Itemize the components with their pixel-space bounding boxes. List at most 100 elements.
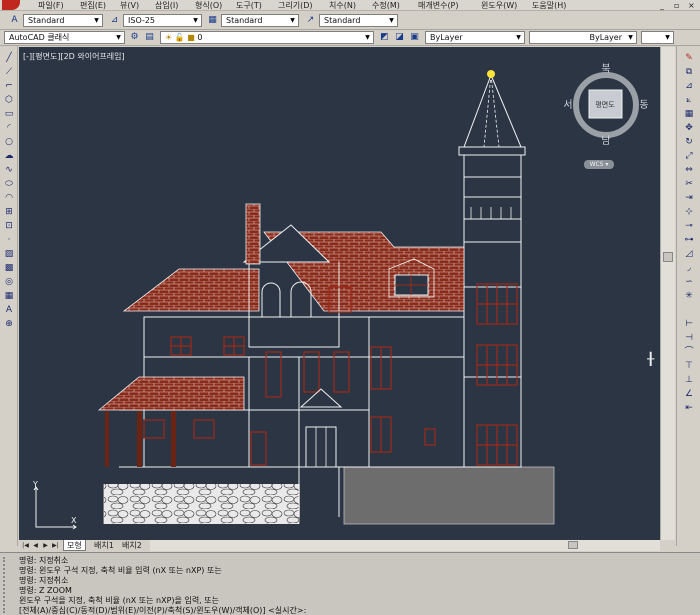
- layer-states-icon[interactable]: ▣: [408, 31, 421, 44]
- multiline-text-icon[interactable]: A: [2, 304, 16, 317]
- break-icon[interactable]: ⊸: [682, 220, 696, 233]
- tab-model[interactable]: 모형: [63, 540, 86, 551]
- dimension-angular-icon[interactable]: ∠: [682, 388, 696, 401]
- make-current-icon[interactable]: ◩: [378, 31, 391, 44]
- hatch-icon[interactable]: ▨: [2, 248, 16, 261]
- dimension-diameter-icon[interactable]: ⊥: [682, 374, 696, 387]
- dim-style-icon[interactable]: ⊿: [108, 14, 121, 27]
- gear-icon[interactable]: ⚙: [128, 31, 141, 44]
- fillet-icon[interactable]: ◞: [682, 262, 696, 275]
- horizontal-scrollbar[interactable]: [150, 540, 660, 551]
- menu-edit[interactable]: 편집(E): [80, 0, 106, 11]
- compass-east[interactable]: 동: [639, 99, 648, 111]
- erase-icon[interactable]: ✎: [682, 52, 696, 65]
- extend-icon[interactable]: ⇥: [682, 192, 696, 205]
- chamfer-icon[interactable]: ◿: [682, 248, 696, 261]
- autocad-logo-icon[interactable]: [2, 0, 20, 10]
- dimension-radius-icon[interactable]: ⊤: [682, 360, 696, 373]
- scroll-thumb[interactable]: [663, 252, 673, 262]
- region-icon[interactable]: ◎: [2, 276, 16, 289]
- wcs-menu[interactable]: WCS ▾: [584, 160, 614, 169]
- scale-icon[interactable]: ⤢: [682, 150, 696, 163]
- mirror-icon[interactable]: ⊿: [682, 80, 696, 93]
- linetype-select[interactable]: ByLayer ▼: [529, 31, 637, 44]
- gradient-icon[interactable]: ▩: [2, 262, 16, 275]
- text-style-select[interactable]: Standard ▼: [23, 14, 103, 27]
- blend-icon[interactable]: ∽: [682, 276, 696, 289]
- window-restore-icon[interactable]: ▫: [674, 0, 679, 11]
- break-at-point-icon[interactable]: ⊹: [682, 206, 696, 219]
- trim-icon[interactable]: ✂: [682, 178, 696, 191]
- dimension-arc-icon[interactable]: ⌒: [682, 346, 696, 359]
- next-tab-icon[interactable]: ▶: [41, 540, 50, 551]
- command-window[interactable]: 명령: 지정취소 명령: 윈도우 구석 지정, 축척 비율 입력 (nX 또는 …: [0, 552, 700, 615]
- menu-tools[interactable]: 도구(T): [236, 0, 262, 11]
- rectangle-icon[interactable]: ▭: [2, 108, 16, 121]
- menu-view[interactable]: 뷰(V): [120, 0, 139, 11]
- compass-north[interactable]: 북: [601, 63, 610, 75]
- menu-help[interactable]: 도움말(H): [532, 0, 566, 11]
- compass-south[interactable]: 남: [601, 135, 610, 147]
- layer-previous-icon[interactable]: ◪: [393, 31, 406, 44]
- explode-icon[interactable]: ✳: [682, 290, 696, 303]
- arc-icon[interactable]: ◜: [2, 122, 16, 135]
- array-icon[interactable]: ▦: [682, 108, 696, 121]
- last-tab-icon[interactable]: ▶|: [51, 540, 60, 551]
- spline-icon[interactable]: ∿: [2, 164, 16, 177]
- menu-dimension[interactable]: 치수(N): [329, 0, 356, 11]
- first-tab-icon[interactable]: |◀: [21, 540, 30, 551]
- layer-select[interactable]: ☀ 🔓 ■ 0 ▼: [160, 31, 374, 44]
- add-selected-icon[interactable]: ⊕: [2, 318, 16, 331]
- insert-block-icon[interactable]: ⊞: [2, 206, 16, 219]
- vertical-scrollbar[interactable]: [660, 47, 675, 540]
- move-icon[interactable]: ✥: [682, 122, 696, 135]
- color-select[interactable]: ByLayer ▼: [425, 31, 525, 44]
- tab-layout1[interactable]: 배치1: [91, 540, 117, 551]
- text-style-icon[interactable]: A: [8, 14, 21, 27]
- workspace-select[interactable]: AutoCAD 클래식 ▼: [4, 31, 125, 44]
- dimension-aligned-icon[interactable]: ⊣: [682, 332, 696, 345]
- polyline-icon[interactable]: ⌐: [2, 80, 16, 93]
- menu-draw[interactable]: 그리기(D): [278, 0, 312, 11]
- command-window-grip[interactable]: [3, 557, 15, 613]
- menu-insert[interactable]: 삽입(I): [155, 0, 178, 11]
- prev-tab-icon[interactable]: ◀: [31, 540, 40, 551]
- menu-modify[interactable]: 수정(M): [372, 0, 400, 11]
- command-prompt[interactable]: [전체(A)/중심(C)/동적(D)/범위(E)/이전(P)/축척(S)/윈도우…: [19, 606, 306, 615]
- offset-icon[interactable]: ⟀: [682, 94, 696, 107]
- window-close-icon[interactable]: ×: [688, 0, 695, 11]
- viewcube-top-face[interactable]: 평면도: [595, 100, 615, 109]
- revision-cloud-icon[interactable]: ☁: [2, 150, 16, 163]
- table-style-select[interactable]: Standard ▼: [221, 14, 299, 27]
- menu-file[interactable]: 파일(F): [38, 0, 64, 11]
- table-style-icon[interactable]: ▦: [206, 14, 219, 27]
- scroll-thumb[interactable]: [568, 541, 578, 549]
- dimension-linear-icon[interactable]: ⊢: [682, 318, 696, 331]
- point-icon[interactable]: ·: [2, 234, 16, 247]
- mleader-style-icon[interactable]: ↗: [304, 14, 317, 27]
- lineweight-select[interactable]: ▼: [641, 31, 674, 44]
- menu-parameter[interactable]: 매개변수(P): [418, 0, 459, 11]
- viewcube[interactable]: 평면도 북 남 동 서: [563, 63, 648, 147]
- quick-dimension-icon[interactable]: ⇤: [682, 402, 696, 415]
- window-minimize-icon[interactable]: _: [660, 0, 664, 11]
- compass-west[interactable]: 서: [563, 99, 572, 111]
- join-icon[interactable]: ⊶: [682, 234, 696, 247]
- line-icon[interactable]: ╱: [2, 52, 16, 65]
- drawing-viewport[interactable]: [-][평면도][2D 와이어프레임] Y X 평면도 북 남 동 서 WCS …: [19, 47, 660, 540]
- dim-style-select[interactable]: ISO-25 ▼: [123, 14, 202, 27]
- circle-icon[interactable]: ○: [2, 136, 16, 149]
- rotate-icon[interactable]: ↻: [682, 136, 696, 149]
- polygon-icon[interactable]: ⬡: [2, 94, 16, 107]
- table-icon[interactable]: ▦: [2, 290, 16, 303]
- stretch-icon[interactable]: ⇔: [682, 164, 696, 177]
- make-block-icon[interactable]: ⊡: [2, 220, 16, 233]
- construction-line-icon[interactable]: ⟋: [2, 66, 16, 79]
- menu-window[interactable]: 윈도우(W): [481, 0, 517, 11]
- copy-icon[interactable]: ⧉: [682, 66, 696, 79]
- tab-layout2[interactable]: 배치2: [119, 540, 145, 551]
- ellipse-arc-icon[interactable]: ◠: [2, 192, 16, 205]
- ellipse-icon[interactable]: ⬭: [2, 178, 16, 191]
- menu-format[interactable]: 형식(O): [195, 0, 222, 11]
- layer-manager-icon[interactable]: ▤: [143, 31, 156, 44]
